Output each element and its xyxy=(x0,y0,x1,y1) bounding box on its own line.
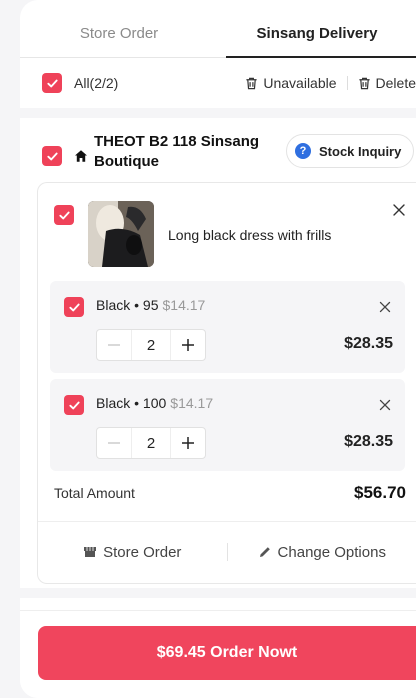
quantity-stepper: 2 xyxy=(96,329,206,361)
unavailable-label: Unavailable xyxy=(263,75,337,91)
variant-label: Black • 95 $14.17 xyxy=(96,297,205,313)
select-all-checkbox[interactable] xyxy=(42,73,62,93)
store-header: THEOT B2 118 Sinsang Boutique xyxy=(42,132,274,172)
variant-total: $28.35 xyxy=(344,335,393,352)
variant-option: Black • 100 xyxy=(96,395,167,411)
home-icon xyxy=(75,150,87,162)
plus-icon xyxy=(182,437,194,449)
section-gap xyxy=(20,588,416,598)
decrease-button[interactable] xyxy=(97,428,131,458)
quantity-value[interactable]: 2 xyxy=(131,428,171,458)
quantity-value[interactable]: 2 xyxy=(131,330,171,360)
variant-unit-price: $14.17 xyxy=(162,297,206,313)
increase-button[interactable] xyxy=(171,428,205,458)
remove-variant-icon[interactable] xyxy=(379,399,391,411)
dress-photo xyxy=(88,201,154,267)
variant-option: Black • 95 xyxy=(96,297,159,313)
order-footer: $69.45 Order Nowt xyxy=(20,598,416,698)
store-order-button[interactable]: Store Order xyxy=(38,544,227,561)
variant-checkbox[interactable] xyxy=(64,395,84,415)
remove-product-icon[interactable] xyxy=(392,203,406,217)
divider xyxy=(346,76,348,90)
total-label: Total Amount xyxy=(54,485,135,501)
tab-store-order[interactable]: Store Order xyxy=(20,10,218,57)
change-options-button[interactable]: Change Options xyxy=(228,544,416,561)
variant-total: $28.35 xyxy=(344,433,393,450)
trash-icon xyxy=(358,77,370,89)
quantity-stepper: 2 xyxy=(96,427,206,459)
total-row: Total Amount $56.70 xyxy=(54,483,406,503)
bulk-actions: Unavailable Delete xyxy=(245,75,416,91)
pencil-icon xyxy=(259,547,270,557)
store-icon xyxy=(84,547,97,557)
tab-sinsang-delivery[interactable]: Sinsang Delivery xyxy=(218,10,416,58)
product-actions: Store Order Change Options xyxy=(38,522,416,582)
minus-icon xyxy=(108,344,120,346)
variant-row: Black • 95 $14.17 2 $28.35 xyxy=(50,281,405,373)
product-thumbnail[interactable] xyxy=(88,201,154,267)
delete-label: Delete xyxy=(375,75,416,91)
divider xyxy=(20,610,416,611)
product-title[interactable]: Long black dress with frills xyxy=(168,227,331,243)
variant-label: Black • 100 $14.17 xyxy=(96,395,213,411)
unavailable-button[interactable]: Unavailable xyxy=(245,75,337,91)
order-now-button[interactable]: $69.45 Order Nowt xyxy=(38,626,416,680)
check-icon xyxy=(68,401,80,409)
increase-button[interactable] xyxy=(171,330,205,360)
question-icon: ? xyxy=(295,143,311,159)
section-gap xyxy=(20,108,416,118)
check-icon xyxy=(46,152,58,160)
store-name[interactable]: THEOT B2 118 Sinsang Boutique xyxy=(94,132,274,172)
check-icon xyxy=(68,303,80,311)
store-section: THEOT B2 118 Sinsang Boutique ? Stock In… xyxy=(20,118,416,588)
check-icon xyxy=(46,79,58,87)
change-options-label: Change Options xyxy=(277,543,386,561)
store-order-label: Store Order xyxy=(103,543,182,561)
stock-inquiry-button[interactable]: ? Stock Inquiry xyxy=(286,134,415,168)
select-all-label: All(2/2) xyxy=(74,75,119,91)
product-header: Long black dress with frills xyxy=(38,183,416,275)
store-checkbox[interactable] xyxy=(42,146,62,166)
plus-icon xyxy=(182,339,194,351)
decrease-button[interactable] xyxy=(97,330,131,360)
select-all-bar: All(2/2) Unavailable Delete xyxy=(20,58,416,108)
product-checkbox[interactable] xyxy=(54,205,74,225)
total-value: $56.70 xyxy=(354,483,406,502)
trash-icon xyxy=(246,77,257,89)
delete-button[interactable]: Delete xyxy=(358,75,416,91)
tab-bar: Store Order Sinsang Delivery xyxy=(20,10,416,58)
variant-unit-price: $14.17 xyxy=(170,395,214,411)
product-card: Long black dress with frills Black • 95 $… xyxy=(37,182,416,584)
remove-variant-icon[interactable] xyxy=(379,301,391,313)
stock-inquiry-label: Stock Inquiry xyxy=(319,143,402,159)
check-icon xyxy=(58,211,70,219)
minus-icon xyxy=(108,442,120,444)
variant-checkbox[interactable] xyxy=(64,297,84,317)
cart-panel: Store Order Sinsang Delivery All(2/2) Un… xyxy=(20,0,416,698)
variant-row: Black • 100 $14.17 2 $28.35 xyxy=(50,379,405,471)
